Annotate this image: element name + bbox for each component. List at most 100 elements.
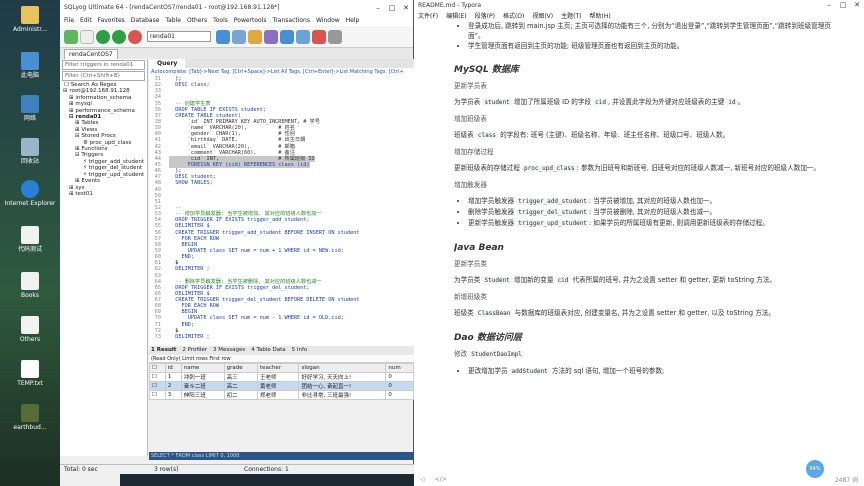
menu-item[interactable]: 主题(T): [561, 11, 581, 20]
table-cell[interactable]: 0: [385, 371, 414, 382]
schema-icon[interactable]: [232, 29, 246, 44]
desktop-icon-temp[interactable]: TEMP.txt: [4, 360, 56, 387]
desktop-icon-books[interactable]: Books: [4, 272, 56, 299]
table-cell[interactable]: 冲刺一班: [180, 371, 225, 382]
toggle-sidebar-icon[interactable]: ◁: [420, 476, 425, 483]
desktop-icon-others[interactable]: Others: [4, 316, 56, 343]
menu-item[interactable]: 编辑(E): [446, 11, 466, 20]
markdown-document[interactable]: 登录成功后, 跳转到 main.jsp 主页; 主页可选择的功能有三个, 分别为…: [454, 21, 834, 461]
desktop-icon-recycle[interactable]: 回收站: [4, 138, 56, 165]
menu-item[interactable]: Others: [187, 17, 207, 24]
menu-item[interactable]: Help: [346, 17, 360, 24]
result-tab[interactable]: 2 Profiler: [182, 346, 207, 355]
table-cell[interactable]: 王老师: [257, 371, 300, 382]
execute-all-icon[interactable]: [112, 29, 126, 44]
menu-item[interactable]: 段落(P): [475, 11, 495, 20]
column-header[interactable]: num: [385, 363, 414, 373]
stop-icon[interactable]: [128, 29, 142, 44]
row-checkbox[interactable]: ☐: [149, 380, 166, 391]
table-row[interactable]: ☐ 2 奋斗二班 高二 黄老师 团结一心, 奋起直一! 0: [149, 380, 414, 391]
table-cell[interactable]: 0: [385, 389, 414, 400]
table-cell[interactable]: 团结一心, 奋起直一!: [298, 380, 387, 391]
tree-node[interactable]: ⊞ test01: [63, 191, 147, 197]
result-tab[interactable]: 1 Result: [151, 346, 176, 355]
desktop-icon-earth[interactable]: earthbud...: [4, 404, 56, 431]
minimize-icon[interactable]: –: [822, 1, 836, 9]
row-checkbox[interactable]: ☐: [149, 389, 166, 400]
result-tab[interactable]: 4 Table Data: [251, 346, 285, 355]
word-count: 2487 词: [834, 476, 858, 484]
new-connection-icon[interactable]: [64, 29, 78, 44]
table-cell[interactable]: 伸阳三班: [180, 389, 225, 400]
menu-item[interactable]: 帮助(H): [590, 11, 611, 20]
menu-item[interactable]: Window: [316, 17, 340, 24]
sync-icon[interactable]: [280, 29, 294, 44]
object-filter-input[interactable]: Filter (Ctrl+Shift+B): [62, 71, 145, 81]
table-cell[interactable]: 高二: [223, 380, 259, 391]
close-icon[interactable]: ✕: [850, 1, 864, 9]
result-tab[interactable]: 3 Messages: [213, 346, 245, 355]
menu-item[interactable]: Database: [131, 17, 160, 24]
table-cell[interactable]: 1: [164, 371, 182, 382]
menu-item[interactable]: Table: [165, 17, 181, 24]
column-header[interactable]: name: [180, 363, 225, 373]
close-icon[interactable]: ✕: [399, 4, 413, 12]
table-cell[interactable]: 好好学习, 天天向上!: [298, 371, 387, 382]
refresh-icon[interactable]: [312, 29, 326, 44]
menu-item[interactable]: File: [64, 17, 74, 24]
user-icon[interactable]: [296, 29, 310, 44]
sql-editor[interactable]: 31 ); 32 DESC class; 33 34 35 -- 创建学生表 36 DRO…: [149, 76, 414, 346]
menu-item[interactable]: Tools: [213, 17, 228, 24]
database-select[interactable]: renda01: [147, 31, 211, 42]
new-query-icon[interactable]: [80, 29, 94, 44]
table-cell[interactable]: 初二: [223, 389, 259, 400]
tab-connection[interactable]: rendaCentOS7: [64, 49, 118, 59]
menu-item[interactable]: 文件(F): [418, 11, 438, 20]
table-cell[interactable]: 2: [164, 380, 182, 391]
table-cell[interactable]: 高三: [223, 371, 259, 382]
column-header[interactable]: slogan: [298, 363, 387, 373]
desktop-icon-pc[interactable]: 此电脑: [4, 52, 56, 79]
backup-icon[interactable]: [248, 29, 262, 44]
menu-item[interactable]: Favorites: [98, 17, 125, 24]
table-icon[interactable]: [216, 29, 230, 44]
menu-item[interactable]: Powertools: [234, 17, 267, 24]
table-cell[interactable]: 0: [385, 380, 414, 391]
subheading: 新增班级类: [454, 293, 487, 301]
table-row[interactable]: ☐ 1 冲刺一班 高三 王老师 好好学习, 天天向上! 0: [149, 371, 414, 382]
table-cell[interactable]: 非比寻常, 三班最强!: [298, 389, 387, 400]
execute-icon[interactable]: [96, 29, 110, 44]
menu-item[interactable]: Transactions: [273, 17, 310, 24]
result-tab[interactable]: 5 Info: [292, 346, 308, 355]
desktop-icon-admin[interactable]: Administr...: [4, 6, 56, 33]
code-text: UPDATE class SET num = num + 1 WHERE id …: [169, 247, 344, 254]
desktop-icon-network[interactable]: 网络: [4, 95, 56, 122]
list-item: 删除学员触发器 trigger_del_student: 当学员被删除, 其对应…: [468, 207, 834, 218]
table-cell[interactable]: 黄老师: [257, 380, 300, 391]
row-checkbox[interactable]: ☐: [149, 371, 166, 382]
desktop-icon-code[interactable]: 代码测试: [4, 226, 56, 253]
row-count: 3 row(s): [154, 466, 179, 473]
table-cell[interactable]: 奋斗二班: [180, 380, 225, 391]
table-cell[interactable]: 3: [164, 389, 182, 400]
source-mode-icon[interactable]: </>: [435, 476, 447, 483]
import-icon[interactable]: [264, 29, 278, 44]
column-header[interactable]: id: [164, 363, 182, 373]
minimize-icon[interactable]: –: [371, 4, 385, 12]
tab-query[interactable]: Query: [149, 59, 186, 68]
menu-item[interactable]: 视图(V): [532, 11, 553, 20]
column-header[interactable]: teacher: [257, 363, 300, 373]
settings-icon[interactable]: [328, 29, 342, 44]
maximize-icon[interactable]: □: [385, 4, 399, 12]
column-header[interactable]: grade: [223, 363, 259, 373]
trigger-filter-input[interactable]: Filter triggers in renda01: [62, 60, 145, 70]
table-row[interactable]: ☐ 3 伸阳三班 初二 郑老师 非比寻常, 三班最强! 0: [149, 389, 414, 400]
select-all-checkbox[interactable]: ☐: [149, 363, 166, 373]
table-cell[interactable]: 郑老师: [257, 389, 300, 400]
menu-item[interactable]: Edit: [80, 17, 92, 24]
code-text: DESC class;: [169, 82, 210, 89]
desktop-icon-ie[interactable]: Internet Explorer: [4, 180, 56, 207]
maximize-icon[interactable]: □: [836, 1, 850, 9]
code-text: DELIMITER ;: [169, 333, 210, 340]
menu-item[interactable]: 格式(O): [503, 11, 524, 20]
